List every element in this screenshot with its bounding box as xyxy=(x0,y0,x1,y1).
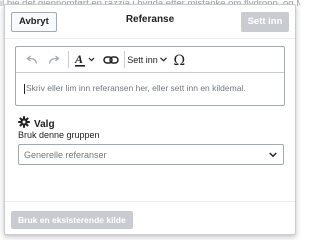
reference-editor: A Sett inn Ω Skriv eller lim inn referan… xyxy=(15,46,285,106)
reference-dialog: Avbryt Referanse Sett inn A Sett inn Ω S… xyxy=(4,4,296,235)
insert-button[interactable]: Sett inn xyxy=(241,12,289,32)
insert-menu-label: Sett inn xyxy=(127,54,158,65)
reference-text-input[interactable]: Skriv eller lim inn referansen her, elle… xyxy=(24,83,246,94)
svg-text:Ω: Ω xyxy=(174,53,186,67)
undo-icon xyxy=(26,55,38,65)
chevron-down-icon xyxy=(159,57,167,62)
use-existing-source-button[interactable]: Bruk en eksisterende kilde xyxy=(11,211,133,229)
omega-icon: Ω xyxy=(173,53,187,67)
link-icon xyxy=(103,55,119,65)
dialog-footer: Bruk en eksisterende kilde xyxy=(5,201,295,234)
special-character-button[interactable]: Ω xyxy=(170,47,190,72)
text-style-icon: A xyxy=(74,52,96,68)
redo-icon xyxy=(48,55,60,65)
text-caret xyxy=(24,83,25,94)
options-title: Valg xyxy=(34,118,55,130)
undo-button[interactable] xyxy=(22,47,42,72)
chevron-down-icon[interactable] xyxy=(263,145,283,164)
insert-menu-button[interactable]: Sett inn xyxy=(127,47,167,72)
redo-button[interactable] xyxy=(44,47,64,72)
reference-placeholder: Skriv eller lim inn referansen her, elle… xyxy=(26,83,246,93)
svg-text:A: A xyxy=(74,52,83,66)
text-style-button[interactable]: A xyxy=(72,47,98,72)
group-select-value: Generelle referanser xyxy=(24,150,107,160)
toolbar-separator xyxy=(68,51,69,68)
group-label: Bruk denne gruppen xyxy=(18,130,100,140)
toolbar-separator xyxy=(124,51,125,68)
dialog-header: Avbryt Referanse Sett inn xyxy=(5,5,295,39)
group-select[interactable]: Generelle referanser xyxy=(18,144,284,165)
link-button[interactable] xyxy=(100,47,122,72)
editor-toolbar: A Sett inn Ω xyxy=(16,47,284,73)
